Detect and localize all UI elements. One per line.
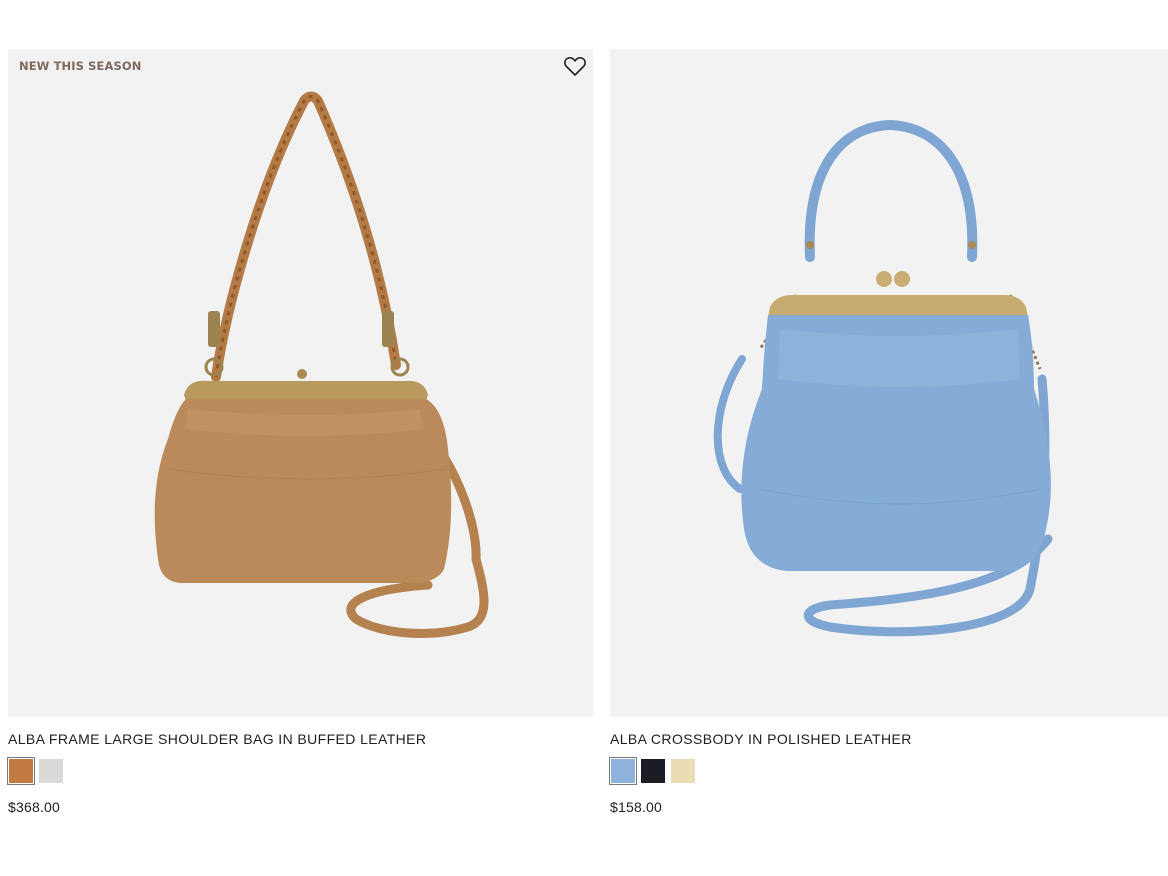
- product-card[interactable]: NEW THIS SEASON ALBA FRAME LARGE SHOULDE…: [7, 49, 593, 815]
- product-grid: NEW THIS SEASON ALBA FRAME LARGE SHOULDE…: [7, 49, 1168, 839]
- color-swatch[interactable]: [609, 757, 637, 785]
- product-image[interactable]: NEW THIS SEASON: [8, 49, 593, 717]
- color-swatches: [7, 757, 593, 785]
- color-swatch[interactable]: [38, 758, 64, 784]
- product-price: $158.00: [610, 799, 663, 815]
- product-card[interactable]: ALBA CROSSBODY IN POLISHED LEATHER $158.…: [609, 49, 1168, 815]
- product-title[interactable]: ALBA FRAME LARGE SHOULDER BAG IN BUFFED …: [8, 730, 593, 748]
- product-image[interactable]: [610, 49, 1168, 717]
- wishlist-heart-icon[interactable]: [563, 55, 587, 77]
- color-swatch[interactable]: [640, 758, 666, 784]
- new-season-badge: NEW THIS SEASON: [19, 59, 142, 73]
- color-swatches: [609, 757, 1168, 785]
- color-swatch[interactable]: [670, 758, 696, 784]
- tan-frame-bag-image: [154, 91, 489, 638]
- blue-crossbody-bag-image: [713, 119, 1053, 637]
- product-title[interactable]: ALBA CROSSBODY IN POLISHED LEATHER: [610, 730, 1168, 748]
- product-price: $368.00: [8, 799, 61, 815]
- color-swatch[interactable]: [7, 757, 35, 785]
